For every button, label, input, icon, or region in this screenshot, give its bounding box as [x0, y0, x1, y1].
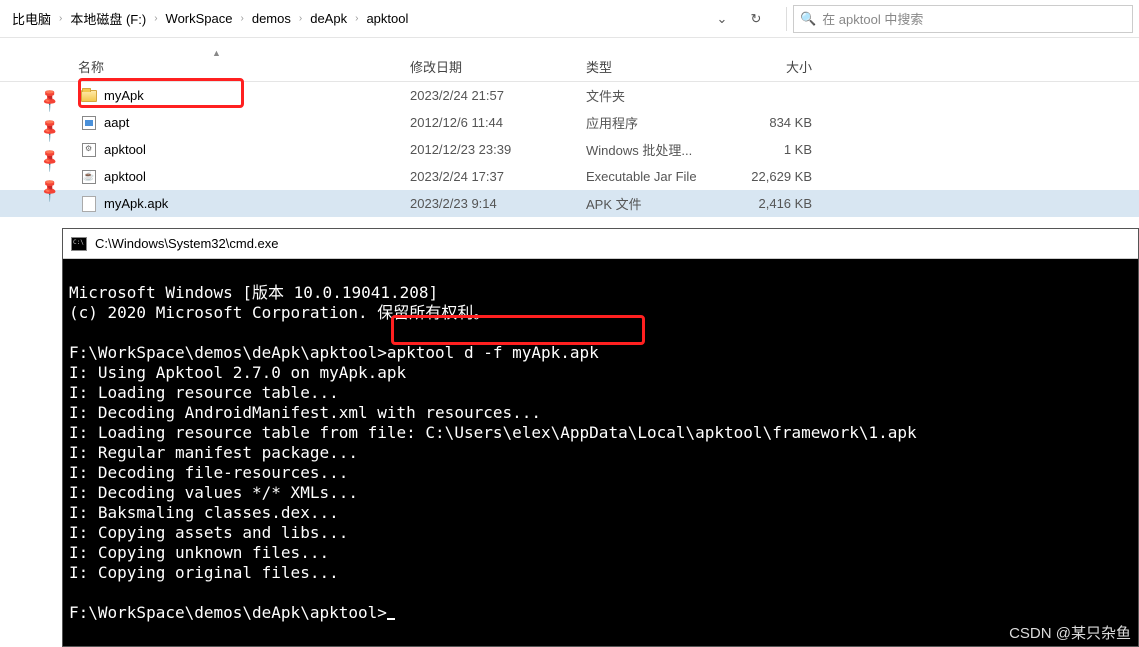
file-list-area: ▲ 名称 修改日期 类型 大小 📌 📌 📌 📌 myApk 2023/2/24 … [0, 38, 1139, 217]
file-type: Executable Jar File [586, 169, 732, 184]
cmd-output-line: I: Regular manifest package... [69, 443, 358, 462]
chevron-right-icon: › [237, 13, 248, 24]
chevron-right-icon: › [55, 13, 66, 24]
pin-icon: 📌 [36, 86, 64, 114]
cmd-prompt-line: F:\WorkSpace\demos\deApk\apktool>apktool… [69, 343, 599, 362]
file-type: 应用程序 [586, 113, 732, 132]
file-date: 2012/12/6 11:44 [410, 115, 586, 130]
quick-access-pins: 📌 📌 📌 📌 [0, 80, 60, 200]
search-input[interactable]: 🔍 在 apktool 中搜索 [793, 5, 1133, 33]
file-size: 22,629 KB [732, 169, 822, 184]
cmd-terminal[interactable]: Microsoft Windows [版本 10.0.19041.208] (c… [63, 259, 1138, 646]
cmd-output-line: I: Using Apktool 2.7.0 on myApk.apk [69, 363, 406, 382]
file-name: myApk.apk [100, 196, 410, 211]
breadcrumb-item[interactable]: WorkSpace [162, 9, 237, 28]
sort-indicator-icon: ▲ [212, 48, 221, 58]
file-name: apktool [100, 142, 410, 157]
chevron-right-icon: › [295, 13, 306, 24]
cmd-output-line: (c) 2020 Microsoft Corporation. 保留所有权利。 [69, 303, 489, 322]
breadcrumb-item[interactable]: demos [248, 9, 295, 28]
file-date: 2012/12/23 23:39 [410, 142, 586, 157]
jar-file-icon [78, 170, 100, 184]
folder-icon [78, 90, 100, 102]
breadcrumb-item[interactable]: 本地磁盘 (F:) [66, 7, 150, 30]
cmd-output-line: I: Decoding values */* XMLs... [69, 483, 358, 502]
cmd-output-line: I: Copying unknown files... [69, 543, 329, 562]
chevron-right-icon: › [150, 13, 161, 24]
divider [786, 7, 787, 31]
file-date: 2023/2/23 9:14 [410, 196, 586, 211]
batch-file-icon [78, 143, 100, 157]
exe-icon [78, 116, 100, 130]
chevron-right-icon: › [351, 13, 362, 24]
refresh-button[interactable]: ↻ [740, 5, 772, 33]
pin-icon: 📌 [36, 116, 64, 144]
cmd-icon [71, 237, 87, 251]
cmd-output-line: I: Decoding file-resources... [69, 463, 348, 482]
cmd-output-line: I: Loading resource table... [69, 383, 339, 402]
cmd-output-line: I: Copying assets and libs... [69, 523, 348, 542]
cmd-titlebar[interactable]: C:\Windows\System32\cmd.exe [63, 229, 1138, 259]
file-row-selected[interactable]: myApk.apk 2023/2/23 9:14 APK 文件 2,416 KB [0, 190, 1139, 217]
file-size: 1 KB [732, 142, 822, 157]
cursor-icon [387, 618, 395, 620]
pin-icon: 📌 [36, 176, 64, 204]
file-date: 2023/2/24 21:57 [410, 88, 586, 103]
file-size: 834 KB [732, 115, 822, 130]
search-icon: 🔍 [800, 11, 816, 27]
cmd-output-line: I: Copying original files... [69, 563, 339, 582]
file-name: myApk [100, 88, 410, 103]
file-size: 2,416 KB [732, 196, 822, 211]
file-row[interactable]: aapt 2012/12/6 11:44 应用程序 834 KB [0, 109, 1139, 136]
breadcrumb-item[interactable]: 比电脑 [8, 7, 55, 30]
column-header-name[interactable]: 名称 [78, 57, 410, 76]
columns-header[interactable]: ▲ 名称 修改日期 类型 大小 [0, 52, 1139, 82]
search-placeholder: 在 apktool 中搜索 [822, 9, 1126, 28]
cmd-output-line: I: Decoding AndroidManifest.xml with res… [69, 403, 541, 422]
file-row[interactable]: apktool 2012/12/23 23:39 Windows 批处理... … [0, 136, 1139, 163]
column-header-size[interactable]: 大小 [732, 57, 822, 76]
file-name: aapt [100, 115, 410, 130]
address-dropdown-button[interactable]: ⌄ [706, 5, 738, 33]
file-type: APK 文件 [586, 194, 732, 213]
breadcrumb[interactable]: 比电脑› 本地磁盘 (F:)› WorkSpace› demos› deApk›… [0, 7, 706, 30]
pin-icon: 📌 [36, 146, 64, 174]
cmd-window: C:\Windows\System32\cmd.exe Microsoft Wi… [62, 228, 1139, 647]
file-name: apktool [100, 169, 410, 184]
file-type: Windows 批处理... [586, 140, 732, 159]
file-list: myApk 2023/2/24 21:57 文件夹 aapt 2012/12/6… [0, 82, 1139, 217]
file-date: 2023/2/24 17:37 [410, 169, 586, 184]
cmd-output-line: I: Baksmaling classes.dex... [69, 503, 339, 522]
file-type: 文件夹 [586, 86, 732, 105]
blank-file-icon [78, 196, 100, 212]
column-header-date[interactable]: 修改日期 [410, 57, 586, 76]
column-header-type[interactable]: 类型 [586, 57, 732, 76]
file-row[interactable]: apktool 2023/2/24 17:37 Executable Jar F… [0, 163, 1139, 190]
cmd-prompt-line: F:\WorkSpace\demos\deApk\apktool> [69, 603, 395, 622]
cmd-title: C:\Windows\System32\cmd.exe [95, 236, 279, 251]
breadcrumb-item[interactable]: apktool [362, 9, 412, 28]
breadcrumb-item[interactable]: deApk [306, 9, 351, 28]
cmd-output-line: I: Loading resource table from file: C:\… [69, 423, 917, 442]
explorer-address-bar: 比电脑› 本地磁盘 (F:)› WorkSpace› demos› deApk›… [0, 0, 1139, 38]
file-row-folder[interactable]: myApk 2023/2/24 21:57 文件夹 [0, 82, 1139, 109]
cmd-output-line: Microsoft Windows [版本 10.0.19041.208] [69, 283, 438, 302]
